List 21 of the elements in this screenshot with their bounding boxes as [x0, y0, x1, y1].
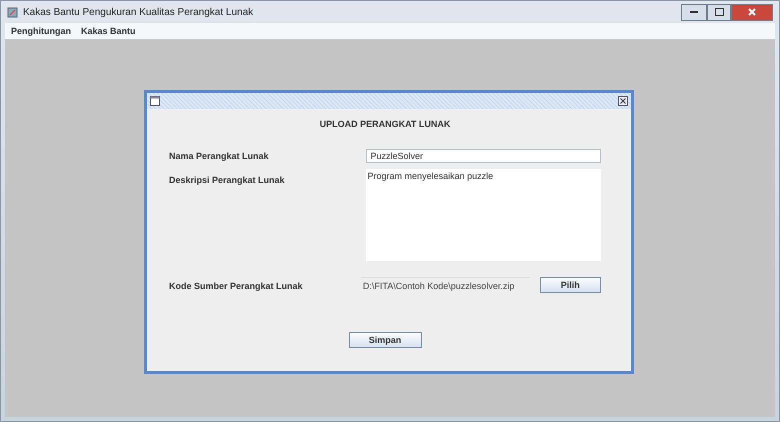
minimize-button[interactable] — [681, 4, 707, 20]
maximize-button[interactable] — [707, 4, 731, 20]
close-icon — [748, 8, 756, 16]
file-path: D:\FITA\Contoh Kode\puzzlesolver.zip — [360, 277, 530, 294]
close-icon[interactable] — [618, 96, 628, 106]
save-button[interactable]: Simpan — [348, 332, 422, 348]
name-field[interactable]: PuzzleSolver — [366, 149, 601, 163]
dialog-heading: UPLOAD PERANGKAT LUNAK — [318, 119, 452, 129]
minimize-icon — [690, 10, 698, 14]
menu-item[interactable]: Penghitungan — [11, 26, 71, 36]
menu-item[interactable]: Kakas Bantu — [81, 26, 136, 36]
frame-icon — [150, 96, 160, 106]
window-title: Kakas Bantu Pengukuran Kualitas Perangkat Lunak — [23, 6, 254, 18]
field-label: Nama Perangkat Lunak — [169, 150, 270, 161]
description-field[interactable]: Program menyelesaikan puzzle — [366, 169, 601, 261]
field-label: Deskripsi Perangkat Lunak — [169, 174, 286, 185]
choose-button[interactable]: Pilih — [540, 277, 601, 293]
maximize-icon — [714, 8, 724, 16]
close-button[interactable] — [731, 4, 773, 20]
field-label: Kode Sumber Perangkat Lunak — [169, 280, 304, 291]
app-icon — [7, 6, 18, 18]
